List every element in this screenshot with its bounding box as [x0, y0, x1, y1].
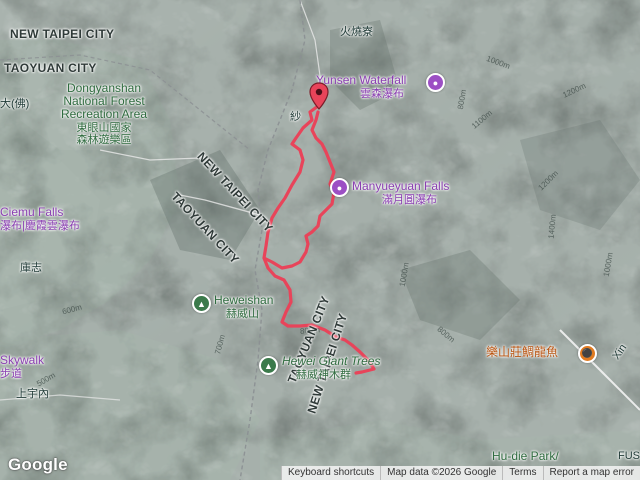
restaurant-icon[interactable]: ⚫ [578, 344, 597, 363]
place-label-shangyunei: 上宇內 [16, 388, 49, 400]
poi-label-manyueyuan-zh: 滿月圓瀑布 [382, 194, 437, 206]
camera-icon[interactable]: ● [330, 178, 349, 197]
poi-label-heweishan[interactable]: Heweishan [214, 293, 273, 307]
poi-label-manyueyuan[interactable]: Manyueyuan Falls [352, 179, 449, 193]
tree-icon[interactable]: ▲ [259, 356, 278, 375]
poi-label-hewei-trees-zh: 赫威神木群 [296, 369, 351, 381]
map-footer: Keyboard shortcuts Map data ©2026 Google… [280, 466, 640, 480]
poi-label-hewei-trees[interactable]: Hewei Giant Trees [282, 354, 380, 368]
camera-icon[interactable]: ● [426, 73, 445, 92]
keyboard-shortcuts-link[interactable]: Keyboard shortcuts [280, 466, 380, 480]
location-pin-icon[interactable] [309, 82, 329, 110]
poi-label-yunsen-zh: 雲森瀑布 [360, 88, 404, 100]
poi-label-skywalk[interactable]: Skywalk [0, 353, 44, 367]
report-error-link[interactable]: Report a map error [542, 466, 640, 480]
city-label: TAOYUAN CITY [4, 61, 97, 75]
city-label: NEW TAIPEI CITY [10, 27, 115, 41]
map-canvas[interactable]: 1000m 1200m 800m 800m 1100m 1200m 1000m … [0, 0, 640, 480]
poi-label-yunsen[interactable]: Yunsen Waterfall [316, 73, 406, 87]
mountain-peak-icon[interactable]: ▲ [192, 294, 211, 313]
poi-label-heweishan-zh: 赫威山 [226, 308, 259, 320]
poi-label-hudie[interactable]: Hu-die Park/ [492, 449, 559, 463]
place-label-start: 紗 [290, 111, 301, 123]
place-label-fus: FUS [618, 450, 640, 462]
poi-label-leshan[interactable]: 樂山莊鯛龍魚 [486, 345, 558, 359]
poi-label-skywalk-zh: 步道 [0, 368, 22, 380]
terms-link[interactable]: Terms [502, 466, 542, 480]
poi-label-dongyanshan[interactable]: Dongyanshan National Forest Recreation A… [44, 81, 164, 147]
place-label-kangzhi: 庫志 [20, 262, 42, 274]
google-logo: Google [8, 455, 68, 474]
dongyanshan-name-zh: 東眼山國家森林遊樂區 [76, 122, 132, 146]
poi-label-cimu-zh: 瀑布|慶霞雲瀑布 [0, 220, 80, 232]
place-label-huoshaoliao: 火燒寮 [340, 26, 373, 38]
poi-label-cimu[interactable]: Ciemu Falls [0, 205, 63, 219]
dongyanshan-name: Dongyanshan National Forest Recreation A… [60, 81, 148, 121]
map-data-text: Map data ©2026 Google [380, 466, 502, 480]
place-label-small: 大(佛) [0, 98, 30, 110]
